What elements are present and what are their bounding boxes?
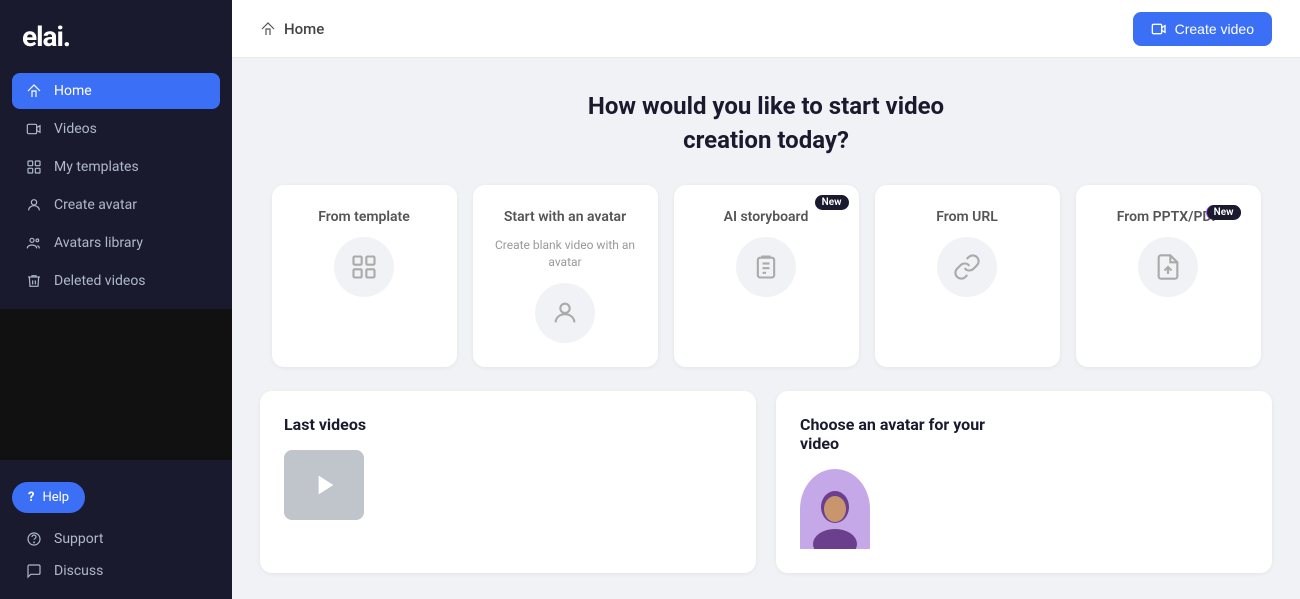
card-icon-from-template [334,237,394,297]
sidebar-item-label-create-avatar: Create avatar [54,197,137,213]
card-icon-start-avatar [535,283,595,343]
content-area: How would you like to start video creati… [232,58,1300,599]
option-cards-row: From template Start with an avatar Creat… [260,185,1272,367]
sidebar-item-label-home: Home [54,83,92,99]
header: Home Create video [232,0,1300,58]
sidebar-item-videos[interactable]: Videos [12,111,220,147]
avatar-preview[interactable] [800,469,870,549]
discuss-label: Discuss [54,563,103,579]
card-title-from-url: From URL [936,209,998,225]
card-icon-from-url [937,237,997,297]
breadcrumb-text: Home [284,20,324,38]
clipboard-icon [752,253,780,281]
sidebar-item-my-templates[interactable]: My templates [12,149,220,185]
avatar-silhouette [810,489,860,549]
templates-icon [26,159,42,175]
breadcrumb: Home [260,20,324,38]
home-icon [26,83,42,99]
new-badge-pptx: New [1207,205,1241,220]
discuss-icon [26,563,42,579]
card-start-with-avatar[interactable]: Start with an avatar Create blank video … [473,185,658,367]
sidebar-item-label-avatars-library: Avatars library [54,235,143,251]
main-area: Home Create video How would you like to … [232,0,1300,599]
home-breadcrumb-icon [260,21,276,37]
video-play-icon [308,469,340,501]
new-badge-storyboard: New [815,195,849,210]
create-video-icon [1151,21,1167,37]
person-icon [551,299,579,327]
avatars-library-icon [26,235,42,251]
card-title-from-pptx: From PPTX/PDF [1117,209,1220,225]
sidebar-item-discuss[interactable]: Discuss [12,555,220,587]
card-title-start-avatar: Start with an avatar [504,209,626,225]
card-ai-storyboard[interactable]: New AI storyboard [674,185,859,367]
sidebar-bottom: ? Help Support Discuss [0,470,232,599]
card-icon-from-pptx [1138,237,1198,297]
sidebar-item-deleted-videos[interactable]: Deleted videos [12,263,220,299]
card-title-ai-storyboard: AI storyboard [724,209,809,225]
choose-avatar-title: Choose an avatar for your video [800,415,1248,453]
support-icon [26,531,42,547]
create-video-label: Create video [1175,21,1254,37]
card-icon-ai-storyboard [736,237,796,297]
card-from-template[interactable]: From template [272,185,457,367]
card-from-url[interactable]: From URL [875,185,1060,367]
help-button[interactable]: ? Help [12,482,85,513]
last-videos-title: Last videos [284,415,732,434]
sidebar-nav: Home Videos My templates Create avatar A… [0,73,232,299]
sidebar-item-create-avatar[interactable]: Create avatar [12,187,220,223]
grid-icon [350,253,378,281]
sidebar-item-support[interactable]: Support [12,523,220,555]
sidebar-item-label-templates: My templates [54,159,139,175]
sidebar-item-avatars-library[interactable]: Avatars library [12,225,220,261]
trash-icon [26,273,42,289]
create-video-button[interactable]: Create video [1133,12,1272,46]
video-icon [26,121,42,137]
video-thumbnail[interactable] [284,450,364,520]
bottom-row: Last videos Choose an avatar for your vi… [260,391,1272,573]
help-label: Help [42,490,69,505]
upload-file-icon [1154,253,1182,281]
sidebar-item-label-deleted-videos: Deleted videos [54,273,146,289]
card-subtitle-start-avatar: Create blank video with an avatar [493,237,638,271]
section-title: How would you like to start video creati… [260,90,1272,157]
choose-avatar-card: Choose an avatar for your video [776,391,1272,573]
link-icon [953,253,981,281]
sidebar-item-label-videos: Videos [54,121,97,137]
card-title-from-template: From template [318,209,410,225]
card-from-pptx[interactable]: Beta New From PPTX/PDF [1076,185,1261,367]
create-avatar-icon [26,197,42,213]
last-videos-card: Last videos [260,391,756,573]
sidebar: elai. Home Videos My templates Create av… [0,0,232,599]
support-label: Support [54,531,103,547]
logo: elai. [0,0,232,73]
sidebar-preview-area [0,309,232,460]
sidebar-item-home[interactable]: Home [12,73,220,109]
